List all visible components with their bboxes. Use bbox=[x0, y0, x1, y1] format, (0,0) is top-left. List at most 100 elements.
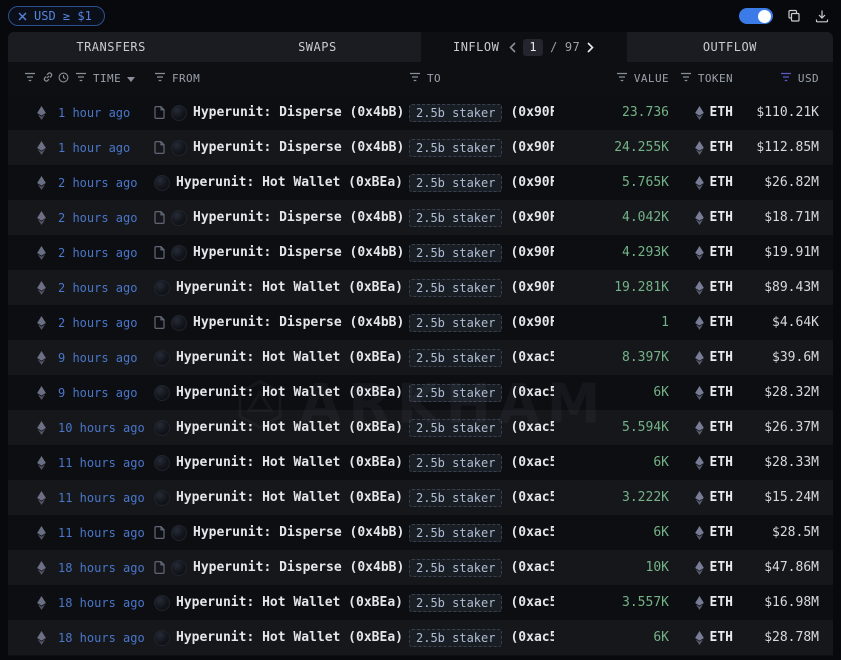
time-link[interactable]: 2 hours ago bbox=[58, 316, 154, 330]
from-entity-label[interactable]: Hyperunit: Hot Wallet (0xBEa) bbox=[176, 350, 403, 365]
page-prev-icon[interactable] bbox=[509, 42, 516, 53]
to-entity[interactable]: 2.5b staker(0x90F) bbox=[409, 174, 554, 192]
tab-outflow[interactable]: OUTFLOW bbox=[627, 32, 833, 62]
from-entity[interactable]: Hyperunit: Hot Wallet (0xBEa) bbox=[154, 630, 409, 646]
copy-icon[interactable] bbox=[787, 9, 801, 23]
from-entity-label[interactable]: Hyperunit: Hot Wallet (0xBEa) bbox=[176, 175, 403, 190]
from-entity-label[interactable]: Hyperunit: Disperse (0x4bB) bbox=[193, 315, 404, 330]
to-entity-chip[interactable]: 2.5b staker bbox=[409, 314, 502, 332]
to-entity[interactable]: 2.5b staker(0x90F) bbox=[409, 209, 554, 227]
token-cell[interactable]: ETH bbox=[669, 105, 733, 120]
to-entity-address[interactable]: (0xac5) bbox=[510, 350, 554, 365]
to-entity[interactable]: 2.5b staker(0xac5) bbox=[409, 629, 554, 647]
to-entity[interactable]: 2.5b staker(0xac5) bbox=[409, 384, 554, 402]
header-time[interactable]: TIME bbox=[58, 72, 154, 86]
tab-inflow[interactable]: INFLOW1/97 bbox=[421, 32, 627, 62]
tab-transfers[interactable]: TRANSFERS bbox=[8, 32, 214, 62]
token-cell[interactable]: ETH bbox=[669, 595, 733, 610]
time-link[interactable]: 9 hours ago bbox=[58, 351, 154, 365]
link-icon[interactable] bbox=[42, 71, 54, 86]
to-entity-address[interactable]: (0xac5) bbox=[510, 560, 554, 575]
to-entity-address[interactable]: (0x90F) bbox=[510, 105, 554, 120]
to-entity-address[interactable]: (0xac5) bbox=[510, 595, 554, 610]
token-cell[interactable]: ETH bbox=[669, 350, 733, 365]
from-entity-label[interactable]: Hyperunit: Hot Wallet (0xBEa) bbox=[176, 455, 403, 470]
to-entity[interactable]: 2.5b staker (0x90F) bbox=[409, 279, 554, 297]
to-entity-chip[interactable]: 2.5b staker bbox=[409, 559, 502, 577]
from-entity[interactable]: Hyperunit: Disperse (0x4bB) bbox=[154, 245, 409, 261]
token-cell[interactable]: ETH bbox=[669, 140, 733, 155]
to-entity-address[interactable]: (0x90F) bbox=[510, 315, 554, 330]
to-entity[interactable]: 2.5b staker (0xac5) bbox=[409, 419, 554, 437]
filter-icon[interactable] bbox=[616, 72, 628, 85]
to-entity-address[interactable]: (0x90F) bbox=[510, 210, 554, 225]
to-entity-address[interactable]: (0xac5) bbox=[510, 420, 554, 435]
chevron-down-icon[interactable] bbox=[127, 72, 135, 85]
to-entity-chip[interactable]: 2.5b staker bbox=[409, 139, 502, 157]
from-entity-label[interactable]: Hyperunit: Hot Wallet (0xBEa) bbox=[176, 630, 403, 645]
token-cell[interactable]: ETH bbox=[669, 175, 733, 190]
to-entity-chip[interactable]: 2.5b staker bbox=[409, 349, 502, 367]
time-link[interactable]: 1 hour ago bbox=[58, 106, 154, 120]
time-link[interactable]: 9 hours ago bbox=[58, 386, 154, 400]
to-entity-chip[interactable]: 2.5b staker bbox=[409, 244, 502, 262]
filter-icon[interactable] bbox=[75, 72, 87, 85]
header-to[interactable]: TO bbox=[409, 72, 554, 85]
token-cell[interactable]: ETH bbox=[669, 490, 733, 505]
from-entity[interactable]: Hyperunit: Hot Wallet (0xBEa) bbox=[154, 455, 409, 471]
from-entity-label[interactable]: Hyperunit: Hot Wallet (0xBEa) bbox=[176, 420, 403, 435]
token-cell[interactable]: ETH bbox=[669, 210, 733, 225]
filter-icon[interactable] bbox=[680, 72, 692, 85]
to-entity-chip[interactable]: 2.5b staker bbox=[409, 419, 502, 437]
usd-toggle[interactable] bbox=[739, 8, 773, 24]
to-entity[interactable]: 2.5b staker (0x90F) bbox=[409, 104, 554, 122]
from-entity-label[interactable]: Hyperunit: Disperse (0x4bB) bbox=[193, 105, 404, 120]
time-link[interactable]: 10 hours ago bbox=[58, 421, 154, 435]
time-link[interactable]: 11 hours ago bbox=[58, 456, 154, 470]
to-entity-chip[interactable]: 2.5b staker bbox=[409, 524, 502, 542]
token-cell[interactable]: ETH bbox=[669, 245, 733, 260]
token-cell[interactable]: ETH bbox=[669, 420, 733, 435]
tab-swaps[interactable]: SWAPS bbox=[214, 32, 420, 62]
from-entity[interactable]: Hyperunit: Hot Wallet (0xBEa) bbox=[154, 595, 409, 611]
from-entity-label[interactable]: Hyperunit: Disperse (0x4bB) bbox=[193, 210, 404, 225]
to-entity-chip[interactable]: 2.5b staker bbox=[409, 104, 502, 122]
filter-icon[interactable] bbox=[409, 72, 421, 85]
to-entity[interactable]: 2.5b staker (0x90F) bbox=[409, 314, 554, 332]
to-entity[interactable]: 2.5b staker (0xac5) bbox=[409, 594, 554, 612]
from-entity[interactable]: Hyperunit: Disperse (0x4bB) bbox=[154, 315, 409, 331]
time-link[interactable]: 2 hours ago bbox=[58, 246, 154, 260]
to-entity[interactable]: 2.5b staker (0xac5) bbox=[409, 349, 554, 367]
token-cell[interactable]: ETH bbox=[669, 630, 733, 645]
to-entity-chip[interactable]: 2.5b staker bbox=[409, 279, 502, 297]
from-entity-label[interactable]: Hyperunit: Disperse (0x4bB) bbox=[193, 525, 404, 540]
to-entity[interactable]: 2.5b staker(0x90F) bbox=[409, 139, 554, 157]
time-link[interactable]: 18 hours ago bbox=[58, 631, 154, 645]
time-link[interactable]: 2 hours ago bbox=[58, 211, 154, 225]
time-link[interactable]: 11 hours ago bbox=[58, 491, 154, 505]
header-usd[interactable]: USD bbox=[733, 72, 819, 85]
to-entity-chip[interactable]: 2.5b staker bbox=[409, 629, 502, 647]
from-entity[interactable]: Hyperunit: Hot Wallet (0xBEa) bbox=[154, 420, 409, 436]
to-entity-chip[interactable]: 2.5b staker bbox=[409, 174, 502, 192]
usd-filter-chip[interactable]: USD ≥ $1 bbox=[8, 6, 105, 26]
to-entity-chip[interactable]: 2.5b staker bbox=[409, 489, 502, 507]
from-entity-label[interactable]: Hyperunit: Hot Wallet (0xBEa) bbox=[176, 595, 403, 610]
token-cell[interactable]: ETH bbox=[669, 385, 733, 400]
to-entity-address[interactable]: (0x90F) bbox=[510, 280, 554, 295]
time-link[interactable]: 18 hours ago bbox=[58, 596, 154, 610]
token-cell[interactable]: ETH bbox=[669, 455, 733, 470]
download-icon[interactable] bbox=[815, 9, 829, 23]
filter-icon[interactable] bbox=[154, 72, 166, 85]
from-entity[interactable]: Hyperunit: Hot Wallet (0xBEa) bbox=[154, 175, 409, 191]
token-cell[interactable]: ETH bbox=[669, 560, 733, 575]
header-from[interactable]: FROM bbox=[154, 72, 409, 85]
to-entity[interactable]: 2.5b staker (0xac5) bbox=[409, 559, 554, 577]
close-icon[interactable] bbox=[18, 12, 27, 21]
from-entity[interactable]: Hyperunit: Disperse (0x4bB) bbox=[154, 140, 409, 156]
token-cell[interactable]: ETH bbox=[669, 280, 733, 295]
from-entity-label[interactable]: Hyperunit: Hot Wallet (0xBEa) bbox=[176, 490, 403, 505]
to-entity-chip[interactable]: 2.5b staker bbox=[409, 594, 502, 612]
from-entity-label[interactable]: Hyperunit: Disperse (0x4bB) bbox=[193, 245, 404, 260]
to-entity-address[interactable]: (0xac5) bbox=[510, 525, 554, 540]
